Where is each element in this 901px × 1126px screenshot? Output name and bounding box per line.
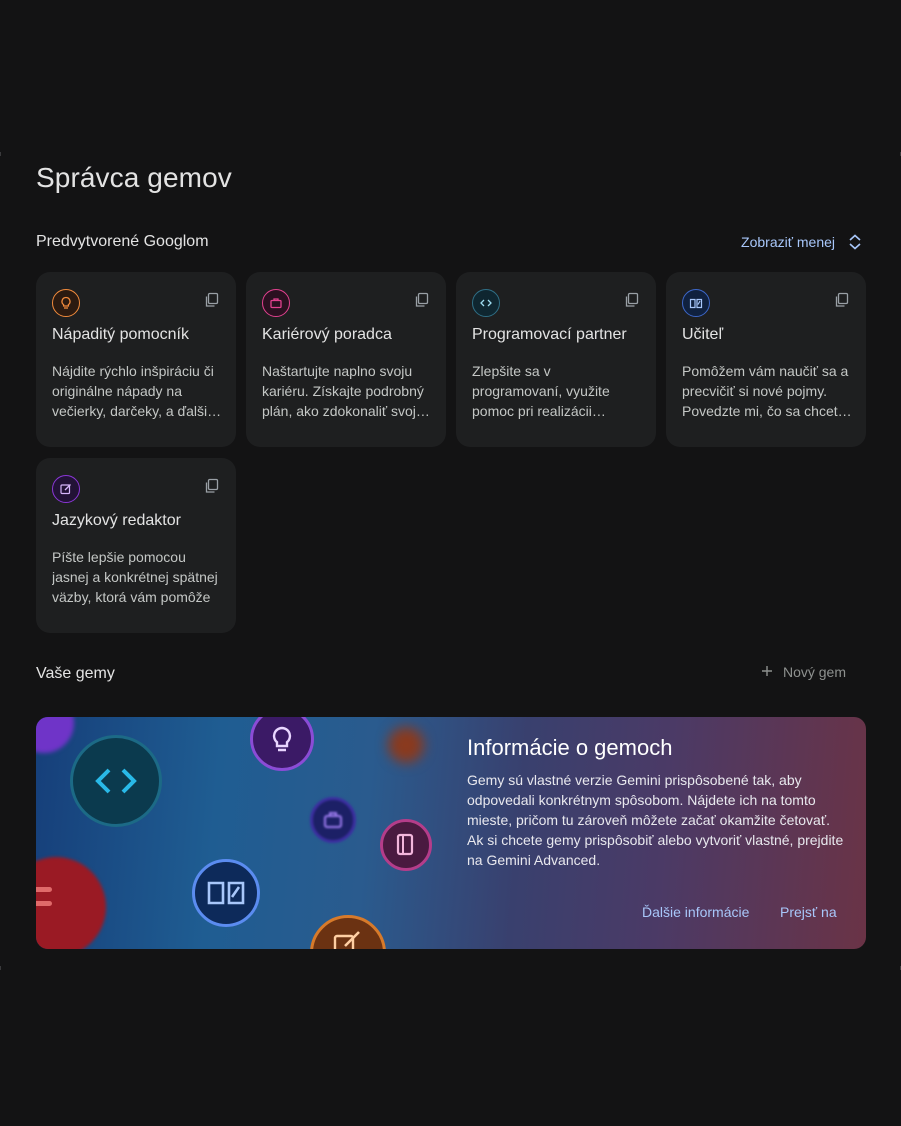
info-title: Informácie o gemoch <box>467 735 673 760</box>
copy-icon[interactable] <box>834 292 850 308</box>
gem-name: Programovací partner <box>472 326 627 343</box>
gem-description: Zlepšite sa v programovaní, využite pomo… <box>472 363 610 419</box>
new-gem-label: Nový gem <box>782 664 846 680</box>
gem-description: Pomôžem vám naučiť sa a precvičiť si nov… <box>682 363 849 419</box>
document-icon <box>380 819 432 871</box>
book-icon <box>192 859 260 927</box>
your-gems-heading: Vaše gemy <box>36 665 115 682</box>
gem-name: Nápaditý pomocník <box>52 326 189 343</box>
decorative-orb <box>388 727 424 763</box>
code-icon <box>70 735 162 827</box>
briefcase-icon <box>262 289 290 317</box>
edit-icon <box>52 475 80 503</box>
gems-info-banner: Informácie o gemoch Gemy sú vlastné verz… <box>36 717 866 949</box>
copy-icon[interactable] <box>204 292 220 308</box>
gem-name: Učiteľ <box>682 326 724 343</box>
gem-description: Naštartujte naplno svoju kariéru. Získaj… <box>262 363 424 419</box>
gem-card-napadity-pomocnik[interactable]: Nápaditý pomocník Nájdite rýchlo inšpirá… <box>36 272 236 447</box>
gem-card-programovaci-partner[interactable]: Programovací partner Zlepšite sa v progr… <box>456 272 656 447</box>
copy-icon[interactable] <box>624 292 640 308</box>
gem-card-karierovy-poradca[interactable]: Kariérový poradca Naštartujte naplno svo… <box>246 272 446 447</box>
book-icon <box>682 289 710 317</box>
lightbulb-icon <box>250 717 314 771</box>
decorative-orb <box>36 717 74 753</box>
page-title: Správca gemov <box>36 162 232 193</box>
gem-description: Nájdite rýchlo inšpiráciu či originálne … <box>52 363 215 419</box>
copy-icon[interactable] <box>204 478 220 494</box>
premade-section-heading: Predvytvorené Googlom <box>36 233 209 250</box>
code-icon <box>472 289 500 317</box>
gem-card-jazykovy-redaktor[interactable]: Jazykový redaktor Píšte lepšie pomocou j… <box>36 458 236 633</box>
gem-name: Jazykový redaktor <box>52 512 181 529</box>
collapse-chevron-icon <box>845 232 865 252</box>
lightbulb-icon <box>52 289 80 317</box>
gem-name: Kariérový poradca <box>262 326 392 343</box>
new-gem-button[interactable]: Nový gem <box>761 664 846 680</box>
copy-icon[interactable] <box>414 292 430 308</box>
gem-card-ucitel[interactable]: Učiteľ Pomôžem vám naučiť sa a precvičiť… <box>666 272 866 447</box>
gem-description: Píšte lepšie pomocou jasnej a konkrétnej… <box>52 549 218 605</box>
gem-manager-page: Správca gemov Predvytvorené Googlom Zobr… <box>0 0 901 1126</box>
edit-icon <box>310 915 386 949</box>
decorative-orb <box>36 887 52 892</box>
info-text: Gemy sú vlastné verzie Gemini prispôsobe… <box>467 772 844 868</box>
show-less-label: Zobraziť menej <box>741 234 835 250</box>
learn-more-link[interactable]: Ďalšie informácie <box>642 904 749 920</box>
edge-divider <box>0 966 1 970</box>
show-less-button[interactable]: Zobraziť menej <box>741 232 865 252</box>
briefcase-icon <box>310 797 356 843</box>
decorative-orb <box>36 901 52 906</box>
go-to-link[interactable]: Prejsť na <box>780 904 837 920</box>
edge-divider <box>0 152 1 156</box>
plus-icon <box>761 664 773 680</box>
